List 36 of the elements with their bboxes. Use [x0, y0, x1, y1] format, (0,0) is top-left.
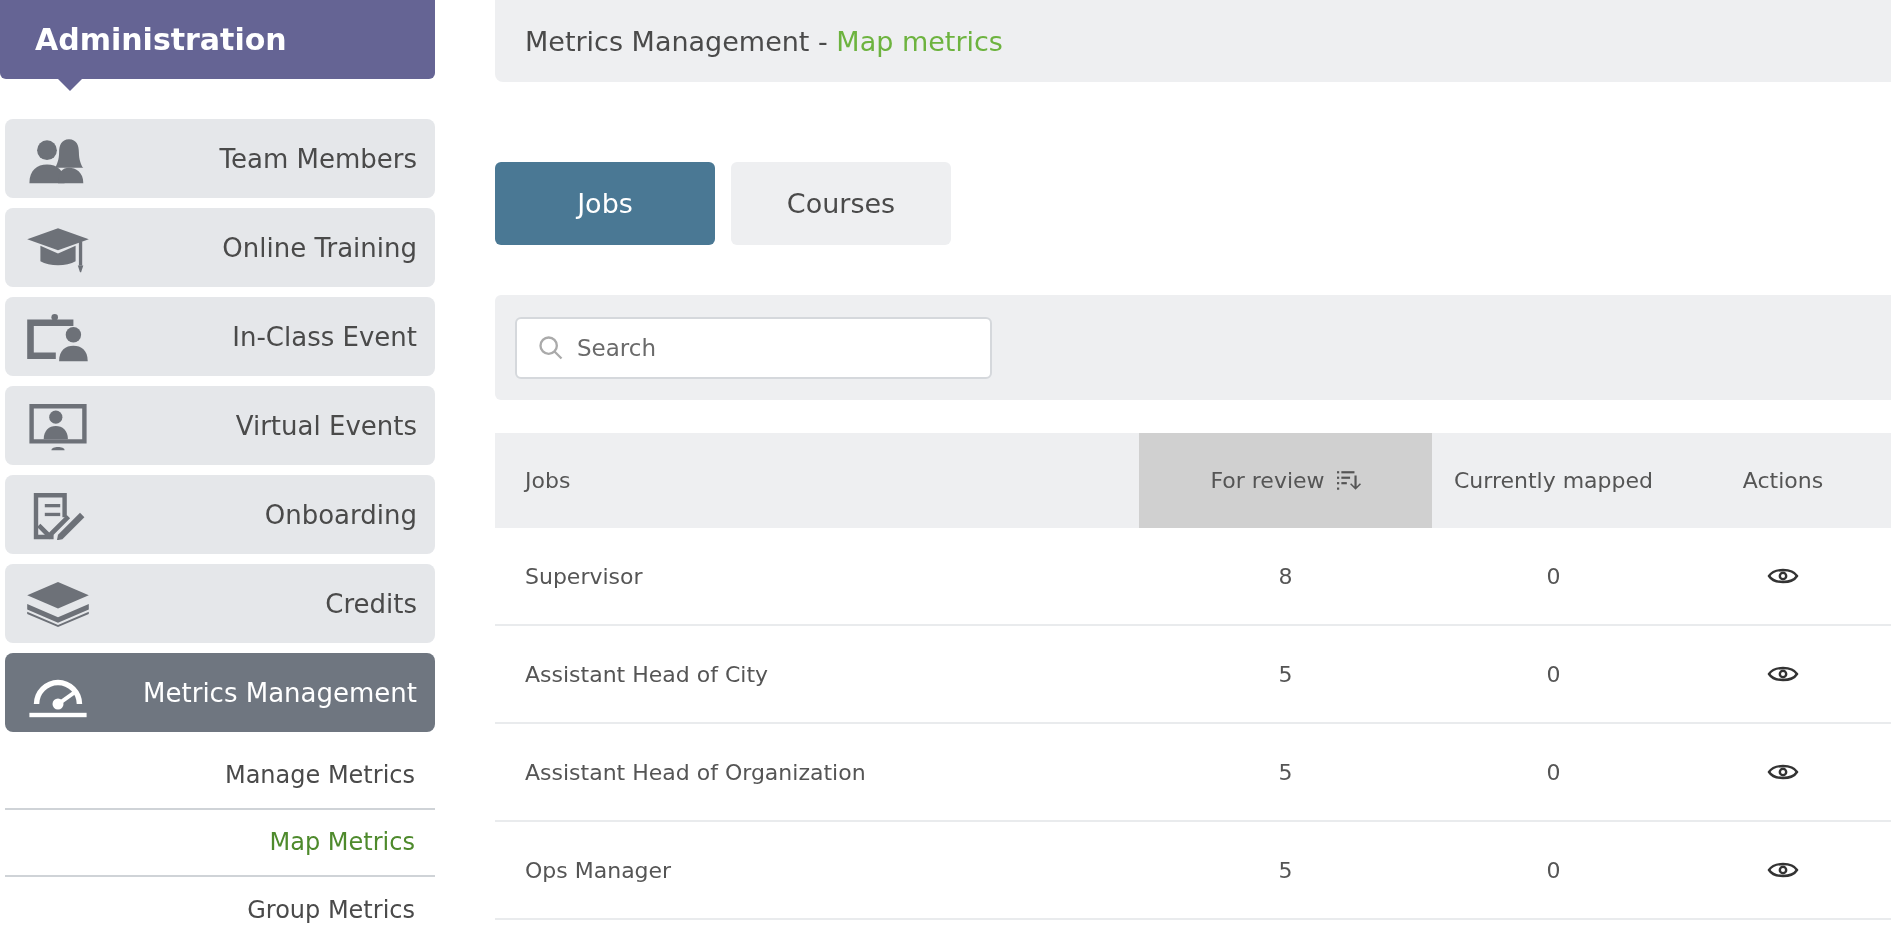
table-cell-text: 0	[1545, 563, 1562, 589]
sidebar-item[interactable]: Online Training	[5, 208, 435, 288]
sidebar-item[interactable]: Metrics Management	[5, 653, 435, 733]
table-cell-text: 5	[1277, 661, 1294, 687]
table-cell-text: 8	[1277, 563, 1294, 589]
teacher-board-icon	[25, 311, 91, 362]
sidebar-header: Administration	[0, 0, 435, 79]
table-cell-text: Ops Manager	[524, 857, 673, 883]
breadcrumb-page: Map metrics	[836, 25, 1003, 57]
table-cell-text: 0	[1545, 857, 1562, 883]
submenu-item[interactable]: Group Metrics	[5, 876, 435, 944]
sidebar-item[interactable]: Onboarding	[5, 475, 435, 555]
column-header[interactable]: Currently mapped	[1432, 433, 1675, 528]
submenu-item[interactable]: Manage Metrics	[5, 742, 435, 810]
search-field[interactable]: Search	[515, 316, 992, 379]
search-icon	[537, 333, 565, 362]
column-header[interactable]: Actions	[1675, 433, 1891, 528]
table-cell-text: 0	[1545, 661, 1562, 687]
table-cell-text: 5	[1277, 857, 1294, 883]
column-header[interactable]: For review	[1139, 433, 1432, 528]
sidebar-item[interactable]: Virtual Events	[5, 386, 435, 466]
sidebar-item[interactable]: Team Members	[5, 119, 435, 199]
header-pointer	[58, 79, 82, 91]
tab[interactable]: Jobs	[495, 162, 715, 245]
sidebar-item[interactable]: In-Class Event	[5, 297, 435, 377]
breadcrumb-section: Metrics Management -	[525, 25, 837, 57]
column-header[interactable]: Jobs	[495, 433, 1139, 528]
table-cell-text: Assistant Head of Organization	[524, 759, 867, 785]
tab[interactable]: Courses	[731, 162, 951, 245]
table-cell-text: Supervisor	[524, 563, 644, 589]
table-cell-text: 0	[1545, 759, 1562, 785]
table-cell-text: Assistant Head of City	[524, 661, 770, 687]
sort-descending-icon	[1336, 469, 1361, 492]
table-cell-text: 5	[1277, 759, 1294, 785]
sidebar-item[interactable]: Credits	[5, 564, 435, 644]
submenu-item[interactable]: Map Metrics	[5, 809, 435, 877]
